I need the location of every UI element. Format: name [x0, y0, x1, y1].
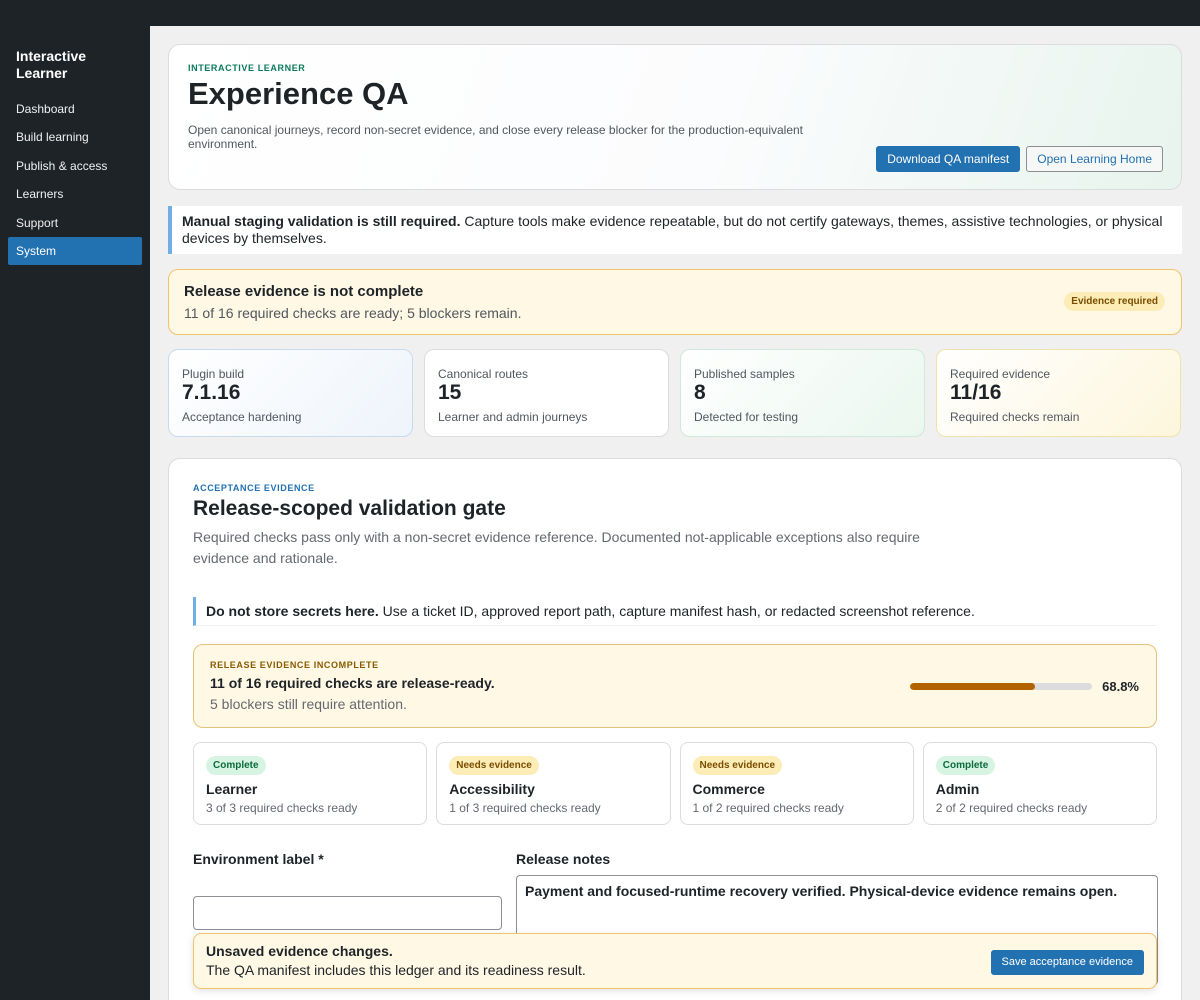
- sidebar-item-dashboard[interactable]: Dashboard: [8, 95, 142, 123]
- environment-label: Environment label *: [193, 851, 324, 867]
- metric-label: Published samples: [694, 367, 795, 381]
- metric-sub: Required checks remain: [950, 410, 1080, 424]
- area-card-learner: Complete Learner 3 of 3 required checks …: [193, 742, 428, 825]
- callout-text: Use a ticket ID, approved report path, c…: [378, 603, 975, 619]
- metric-value: 15: [438, 381, 462, 404]
- acceptance-evidence-panel: Acceptance evidence Release-scoped valid…: [168, 458, 1182, 1000]
- notice-strong: Manual staging validation is still requi…: [182, 213, 461, 229]
- main-content: Interactive Learner Experience QA Open c…: [168, 44, 1182, 1000]
- metric-label: Plugin build: [182, 367, 245, 381]
- readiness-card: Release evidence incomplete 11 of 16 req…: [193, 644, 1157, 728]
- metric-sub: Acceptance hardening: [182, 410, 302, 424]
- progress-fill: [910, 683, 1036, 690]
- hero-card: Interactive Learner Experience QA Open c…: [168, 44, 1182, 190]
- admin-sidebar: Interactive Learner Dashboard Build lear…: [0, 26, 150, 1000]
- area-title: Admin: [935, 781, 980, 797]
- panel-title: Release-scoped validation gate: [193, 497, 506, 520]
- sidebar-item-build-learning[interactable]: Build learning: [8, 123, 142, 151]
- release-status-text: 11 of 16 required checks are ready; 5 bl…: [184, 305, 522, 321]
- metric-label: Required evidence: [950, 367, 1051, 381]
- metric-sub: Detected for testing: [694, 410, 799, 424]
- metric-value: 7.1.16: [182, 381, 241, 404]
- sidebar-item-support[interactable]: Support: [8, 209, 142, 237]
- download-qa-manifest-button[interactable]: Download QA manifest: [876, 146, 1021, 172]
- status-badge: Needs evidence: [692, 756, 783, 775]
- release-notes-label: Release notes: [516, 851, 611, 867]
- page-title: Experience QA: [188, 76, 409, 111]
- metric-label: Canonical routes: [438, 367, 529, 381]
- metric-required-evidence: Required evidence 11/16 Required checks …: [936, 349, 1181, 437]
- status-badge: Complete: [935, 756, 996, 775]
- status-badge: Complete: [206, 756, 266, 775]
- environment-label-input[interactable]: [193, 896, 502, 930]
- area-title: Learner: [206, 781, 258, 797]
- unsaved-changes-bar: Unsaved evidence changes. The QA manifes…: [193, 933, 1157, 989]
- area-title: Accessibility: [449, 781, 535, 797]
- area-cards: Complete Learner 3 of 3 required checks …: [193, 742, 1157, 825]
- staging-validation-notice: Manual staging validation is still requi…: [168, 206, 1182, 254]
- metric-canonical-routes: Canonical routes 15 Learner and admin jo…: [424, 349, 669, 437]
- panel-description: Required checks pass only with a non-sec…: [193, 529, 920, 566]
- admin-top-bar: [0, 0, 1200, 26]
- save-acceptance-evidence-button[interactable]: Save acceptance evidence: [990, 950, 1144, 975]
- area-card-commerce: Needs evidence Commerce 1 of 2 required …: [679, 742, 914, 825]
- area-text: 3 of 3 required checks ready: [206, 801, 358, 815]
- metric-plugin-build: Plugin build 7.1.16 Acceptance hardening: [168, 349, 413, 437]
- metrics-row: Plugin build 7.1.16 Acceptance hardening…: [168, 349, 1182, 437]
- readiness-progress: 68.8%: [910, 679, 1139, 694]
- area-card-accessibility: Needs evidence Accessibility 1 of 3 requ…: [436, 742, 671, 825]
- hero-eyebrow: Interactive Learner: [188, 63, 306, 73]
- area-title: Commerce: [692, 781, 765, 797]
- progress-track: [910, 683, 1093, 690]
- area-text: 1 of 2 required checks ready: [692, 801, 844, 815]
- secrets-callout: Do not store secrets here. Use a ticket …: [193, 597, 1157, 626]
- release-status-title: Release evidence is not complete: [184, 283, 424, 300]
- metric-sub: Learner and admin journeys: [438, 410, 588, 424]
- area-card-admin: Complete Admin 2 of 2 required checks re…: [922, 742, 1157, 825]
- sidebar-brand: Interactive Learner: [16, 48, 87, 81]
- status-badge: Needs evidence: [449, 756, 539, 775]
- metric-published-samples: Published samples 8 Detected for testing: [680, 349, 925, 437]
- progress-percent: 68.8%: [1102, 679, 1139, 694]
- callout-strong: Do not store secrets here.: [206, 603, 379, 619]
- metric-value: 11/16: [950, 381, 1002, 404]
- sidebar-item-publish-access[interactable]: Publish & access: [8, 152, 142, 180]
- readiness-text: 5 blockers still require attention.: [210, 696, 407, 712]
- sidebar-item-learners[interactable]: Learners: [8, 180, 142, 208]
- open-learning-home-button[interactable]: Open Learning Home: [1026, 146, 1163, 172]
- release-status-card: Release evidence is not complete 11 of 1…: [168, 269, 1182, 335]
- sidebar-item-system[interactable]: System: [8, 236, 142, 265]
- area-text: 2 of 2 required checks ready: [935, 801, 1088, 815]
- hero-description: Open canonical journeys, record non-secr…: [188, 123, 804, 151]
- area-text: 1 of 3 required checks ready: [449, 801, 601, 815]
- readiness-eyebrow: Release evidence incomplete: [210, 660, 379, 670]
- hero-actions: Download QA manifest Open Learning Home: [876, 146, 1163, 172]
- panel-eyebrow: Acceptance evidence: [193, 483, 315, 493]
- evidence-required-badge: Evidence required: [1064, 292, 1165, 311]
- metric-value: 8: [694, 381, 706, 404]
